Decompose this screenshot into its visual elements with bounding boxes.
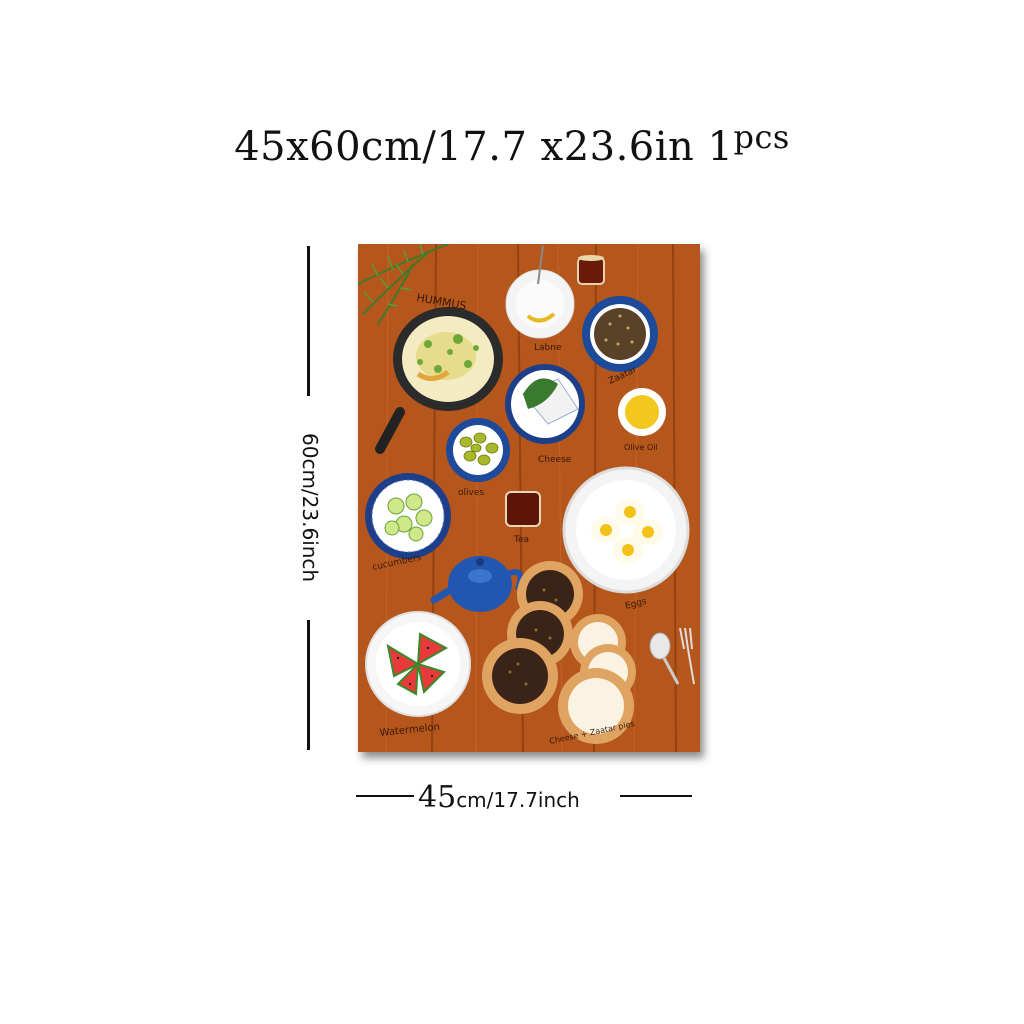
title-count: 1 bbox=[707, 124, 734, 170]
cheese-plate-icon bbox=[505, 364, 585, 444]
poster-artwork: HUMMUS Labne Zaatar Cheese Olive Oil oli… bbox=[358, 244, 700, 752]
olives-label: olives bbox=[458, 488, 484, 498]
height-label: 60cm/23.6inch bbox=[298, 433, 322, 583]
height-line-bottom bbox=[307, 620, 310, 750]
height-line-top bbox=[307, 246, 310, 396]
zaatar-bowl-icon bbox=[582, 296, 658, 372]
tea-glass-middle-icon bbox=[505, 491, 541, 527]
food-illustration: HUMMUS Labne Zaatar Cheese Olive Oil oli… bbox=[358, 244, 700, 752]
width-line-left bbox=[356, 795, 414, 797]
eggs-plate-icon bbox=[562, 466, 690, 594]
watermelon-plate-icon bbox=[365, 611, 471, 717]
width-label-rest: cm/17.7inch bbox=[456, 788, 580, 812]
olives-bowl-icon bbox=[446, 418, 510, 482]
width-line-right bbox=[620, 795, 692, 797]
olive-oil-bowl-icon bbox=[618, 388, 666, 436]
width-label: 45cm/17.7inch bbox=[418, 780, 580, 815]
tea-glass-icon bbox=[577, 255, 605, 285]
cheese-label: Cheese bbox=[538, 455, 572, 465]
width-label-value: 45 bbox=[418, 780, 457, 815]
olive-oil-label: Olive Oil bbox=[624, 443, 658, 452]
cucumbers-bowl-icon bbox=[365, 473, 451, 559]
title-dimensions: 45x60cm/17.7 x23.6in bbox=[234, 124, 695, 170]
tea-label: Tea bbox=[513, 535, 529, 545]
labne-label: Labne bbox=[534, 343, 562, 353]
product-title: 45x60cm/17.7 x23.6in 1pcs bbox=[0, 118, 1024, 170]
title-unit: pcs bbox=[733, 118, 790, 156]
